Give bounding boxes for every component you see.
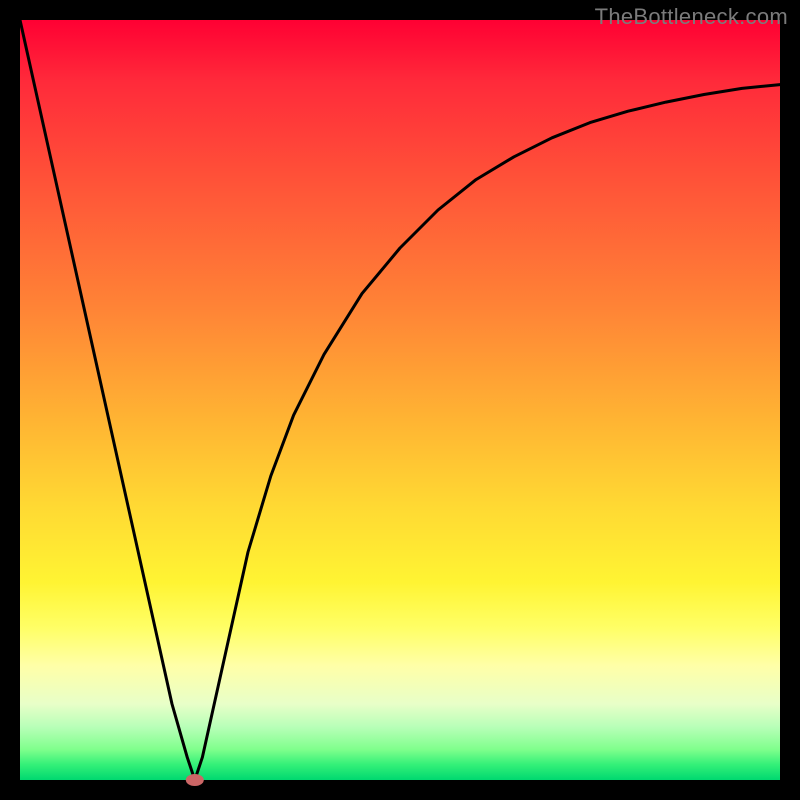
optimum-marker	[186, 774, 204, 786]
chart-root: TheBottleneck.com	[0, 0, 800, 800]
curve-layer	[20, 20, 780, 780]
plot-frame	[20, 20, 780, 780]
watermark-text: TheBottleneck.com	[595, 4, 788, 30]
bottleneck-curve	[20, 20, 780, 780]
